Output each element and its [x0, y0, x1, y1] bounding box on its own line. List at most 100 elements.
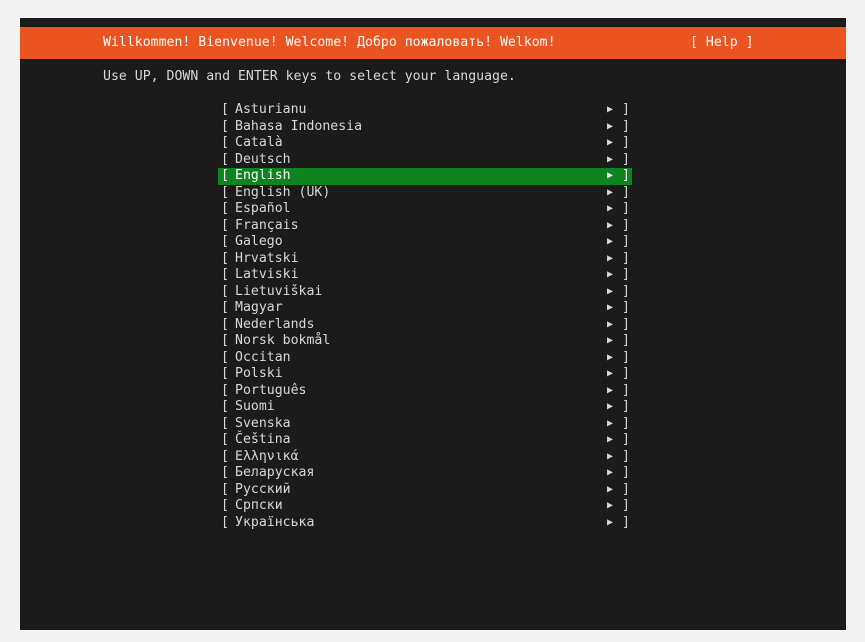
right-bracket: ] — [622, 168, 630, 183]
left-bracket: [ — [221, 234, 229, 249]
language-label: Lietuviškai — [235, 283, 323, 299]
left-bracket: [ — [221, 399, 229, 414]
left-bracket: [ — [221, 349, 229, 365]
right-arrow-icon: ▶ — [607, 318, 614, 330]
right-arrow-icon: ▶ — [607, 153, 614, 165]
right-bracket: ] — [622, 184, 630, 200]
language-option-català[interactable]: [Català ▶] — [218, 135, 632, 152]
right-arrow-icon: ▶ — [607, 219, 614, 231]
language-option-nederlands[interactable]: [ Nederlands ▶] — [218, 317, 632, 334]
language-option-lietuviškai[interactable]: [ Lietuviškai ▶] — [218, 284, 632, 301]
language-label: Français — [235, 217, 299, 233]
right-bracket: ] — [622, 201, 630, 216]
right-bracket: ] — [622, 267, 630, 282]
right-arrow-icon: ▶ — [607, 401, 614, 412]
language-option-українська[interactable]: [Українська ▶] — [218, 515, 632, 532]
left-bracket: [ — [221, 250, 229, 266]
right-arrow-icon: ▶ — [607, 335, 614, 346]
left-bracket: [ — [221, 366, 229, 381]
language-option-deutsch[interactable]: [ Deutsch ▶] — [218, 152, 632, 169]
language-option-magyar[interactable]: [Magyar ▶] — [218, 300, 632, 317]
right-bracket: ] — [622, 250, 630, 266]
right-bracket: ] — [622, 382, 630, 398]
right-arrow-icon: ▶ — [607, 203, 614, 214]
right-arrow-icon: ▶ — [607, 450, 614, 462]
language-option-беларуская[interactable]: [Беларуская ▶] — [218, 465, 632, 482]
language-option-occitan[interactable]: [Occitan ▶] — [218, 350, 632, 367]
language-label: Asturianu — [235, 102, 307, 117]
right-bracket: ] — [622, 135, 630, 150]
language-option-ελληνικά[interactable]: [Ελληνικά ▶] — [218, 449, 632, 466]
right-bracket: ] — [622, 118, 630, 134]
left-bracket: [ — [221, 382, 229, 398]
right-bracket: ] — [622, 498, 630, 513]
left-bracket: [ — [221, 151, 229, 167]
right-bracket: ] — [622, 349, 630, 365]
right-bracket: ] — [622, 234, 630, 249]
right-arrow-icon: ▶ — [607, 120, 614, 132]
language-option-português[interactable]: [Português ▶] — [218, 383, 632, 400]
right-arrow-icon: ▶ — [607, 104, 614, 115]
right-arrow-icon: ▶ — [607, 500, 614, 511]
language-label: Svenska — [235, 415, 291, 431]
right-arrow-icon: ▶ — [607, 236, 614, 247]
language-label: Latviski — [235, 267, 299, 282]
right-arrow-icon: ▶ — [607, 368, 614, 379]
language-option-english-uk[interactable]: [English (UK) ▶] — [218, 185, 632, 202]
right-arrow-icon: ▶ — [607, 384, 614, 396]
installer-screen: Willkommen! Bienvenue! Welcome! Добро по… — [20, 18, 846, 630]
left-bracket: [ — [221, 415, 229, 431]
right-arrow-icon: ▶ — [607, 434, 614, 445]
left-bracket: [ — [221, 201, 229, 216]
language-label: English (UK) — [235, 184, 331, 200]
left-bracket: [ — [221, 316, 229, 332]
left-bracket: [ — [221, 135, 229, 150]
right-arrow-icon: ▶ — [607, 417, 614, 429]
language-label: Nederlands — [235, 316, 315, 332]
right-bracket: ] — [622, 283, 630, 299]
left-bracket: [ — [221, 498, 229, 513]
right-bracket: ] — [622, 399, 630, 414]
language-option-norsk-bokmål[interactable]: [Norsk bokmål ▶] — [218, 333, 632, 350]
right-arrow-icon: ▶ — [607, 137, 614, 148]
right-bracket: ] — [622, 366, 630, 381]
language-label: Српски — [235, 498, 283, 513]
language-option-bahasa-indonesia[interactable]: [Bahasa Indonesia ▶] — [218, 119, 632, 136]
left-bracket: [ — [221, 184, 229, 200]
language-option-latviski[interactable]: [ Latviski ▶] — [218, 267, 632, 284]
language-option-español[interactable]: [Español ▶] — [218, 201, 632, 218]
language-option-hrvatski[interactable]: [Hrvatski ▶] — [218, 251, 632, 268]
language-option-français[interactable]: [ Français ▶] — [218, 218, 632, 235]
language-option-galego[interactable]: [Galego ▶] — [218, 234, 632, 251]
language-option-čeština[interactable]: [Čeština ▶] — [218, 432, 632, 449]
right-arrow-icon: ▶ — [607, 285, 614, 297]
language-option-asturianu[interactable]: [Asturianu ▶] — [218, 102, 632, 119]
language-label: Deutsch — [235, 151, 291, 167]
language-option-suomi[interactable]: [Suomi ▶] — [218, 399, 632, 416]
right-arrow-icon: ▶ — [607, 467, 614, 478]
right-bracket: ] — [622, 514, 630, 530]
language-option-русский[interactable]: [Русский ▶] — [218, 482, 632, 499]
right-bracket: ] — [622, 300, 630, 315]
language-label: Русский — [235, 481, 291, 497]
language-option-polski[interactable]: [Polski ▶] — [218, 366, 632, 383]
language-option-српски[interactable]: [ Српски ▶] — [218, 498, 632, 515]
welcome-title: Willkommen! Bienvenue! Welcome! Добро по… — [103, 35, 556, 50]
right-arrow-icon: ▶ — [607, 269, 614, 280]
left-bracket: [ — [221, 168, 229, 183]
right-bracket: ] — [622, 448, 630, 464]
left-bracket: [ — [221, 267, 229, 282]
right-bracket: ] — [622, 151, 630, 167]
language-label: Беларуская — [235, 465, 315, 480]
header-bar: Willkommen! Bienvenue! Welcome! Добро по… — [20, 27, 846, 59]
language-option-english[interactable]: [English ▶] — [218, 168, 632, 185]
left-bracket: [ — [221, 217, 229, 233]
instructions-text: Use UP, DOWN and ENTER keys to select yo… — [103, 69, 516, 84]
right-bracket: ] — [622, 316, 630, 332]
language-label: Magyar — [235, 300, 283, 315]
language-option-svenska[interactable]: [Svenska ▶] — [218, 416, 632, 433]
right-bracket: ] — [622, 481, 630, 497]
left-bracket: [ — [221, 283, 229, 299]
right-bracket: ] — [622, 217, 630, 233]
help-button[interactable]: [ Help ] — [690, 27, 754, 59]
